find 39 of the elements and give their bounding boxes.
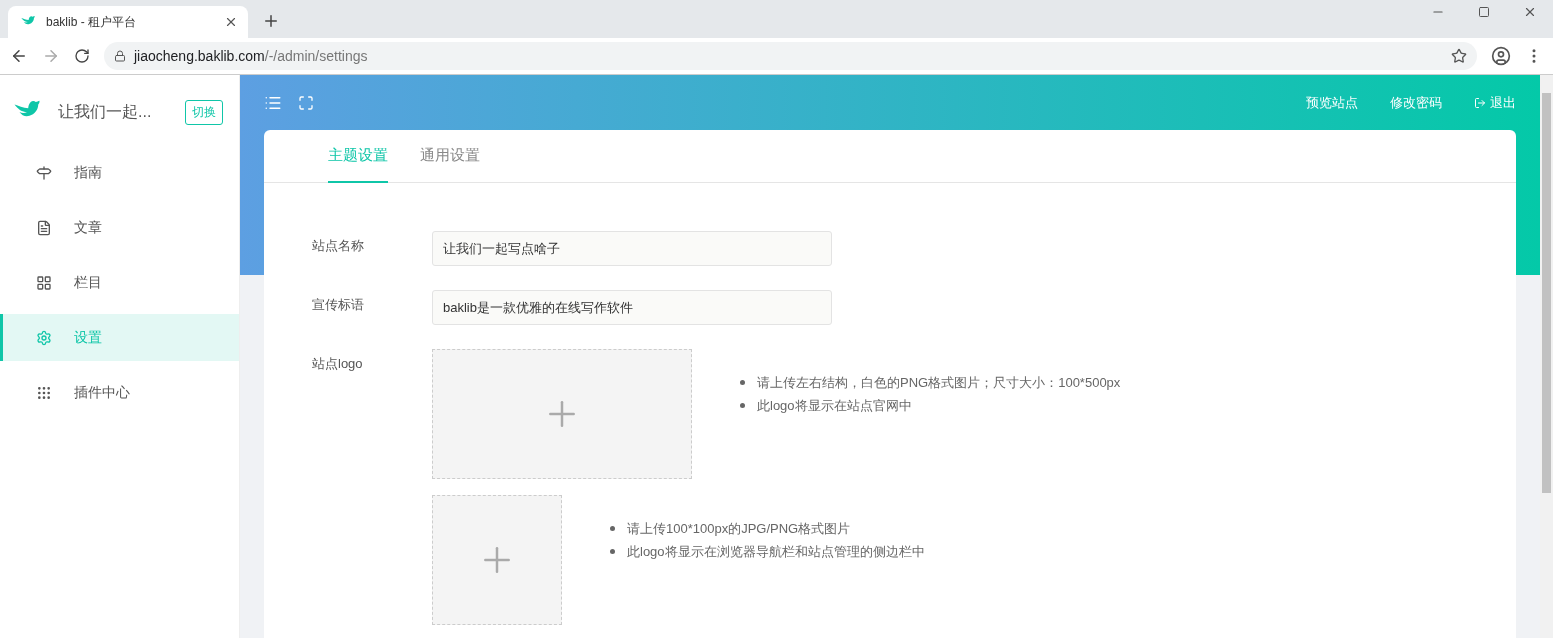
input-field[interactable]: baklib是一款优雅的在线写作软件 xyxy=(432,290,832,325)
close-icon[interactable] xyxy=(224,15,238,29)
sidebar-item[interactable]: 文章 xyxy=(0,204,239,251)
hint-text: 此logo将显示在浏览器导航栏和站点管理的侧边栏中 xyxy=(627,542,925,561)
hint-text: 请上传100*100px的JPG/PNG格式图片 xyxy=(627,519,851,538)
signpost-icon xyxy=(36,164,52,181)
url-text: jiaocheng.baklib.com/-/admin/settings xyxy=(134,48,369,64)
bullet-icon xyxy=(610,549,615,554)
profile-icon[interactable] xyxy=(1491,46,1511,66)
reload-icon[interactable] xyxy=(74,48,90,64)
dots-grid-icon xyxy=(36,384,52,401)
browser-tab[interactable]: baklib - 租户平台 xyxy=(8,6,248,38)
logout-icon xyxy=(1474,96,1486,109)
bullet-icon xyxy=(740,380,745,385)
lock-icon xyxy=(114,50,126,62)
star-icon[interactable] xyxy=(1451,48,1467,64)
document-icon xyxy=(36,219,52,236)
hint-text: 请上传左右结构，白色的PNG格式图片；尺寸大小：100*500px xyxy=(757,373,1121,392)
bullet-icon xyxy=(610,526,615,531)
fullscreen-icon[interactable] xyxy=(298,94,314,111)
field-label: 站点logo xyxy=(312,355,364,373)
address-bar[interactable]: jiaocheng.baklib.com/-/admin/settings xyxy=(104,42,1477,70)
grid-icon xyxy=(36,274,52,291)
field-label: 站点名称 xyxy=(312,237,365,255)
input-field[interactable]: 让我们一起写点啥子 xyxy=(432,231,832,266)
back-icon[interactable] xyxy=(10,47,28,65)
sidebar-item[interactable]: 指南 xyxy=(0,149,239,196)
bullet-icon xyxy=(740,403,745,408)
gear-icon xyxy=(36,329,52,346)
site-name: 让我们一起... xyxy=(58,101,153,122)
tab[interactable]: 通用设置 xyxy=(420,130,480,183)
new-tab-icon[interactable] xyxy=(262,12,280,30)
scrollbar-thumb[interactable] xyxy=(1542,93,1551,493)
sidebar-item[interactable]: 插件中心 xyxy=(0,369,239,416)
field-label: 宣传标语 xyxy=(312,296,365,314)
hint-text: 此logo将显示在站点官网中 xyxy=(757,396,912,415)
tab-title: baklib - 租户平台 xyxy=(46,13,138,31)
forward-icon[interactable] xyxy=(42,47,60,65)
sidebar-item[interactable]: 栏目 xyxy=(0,259,239,306)
